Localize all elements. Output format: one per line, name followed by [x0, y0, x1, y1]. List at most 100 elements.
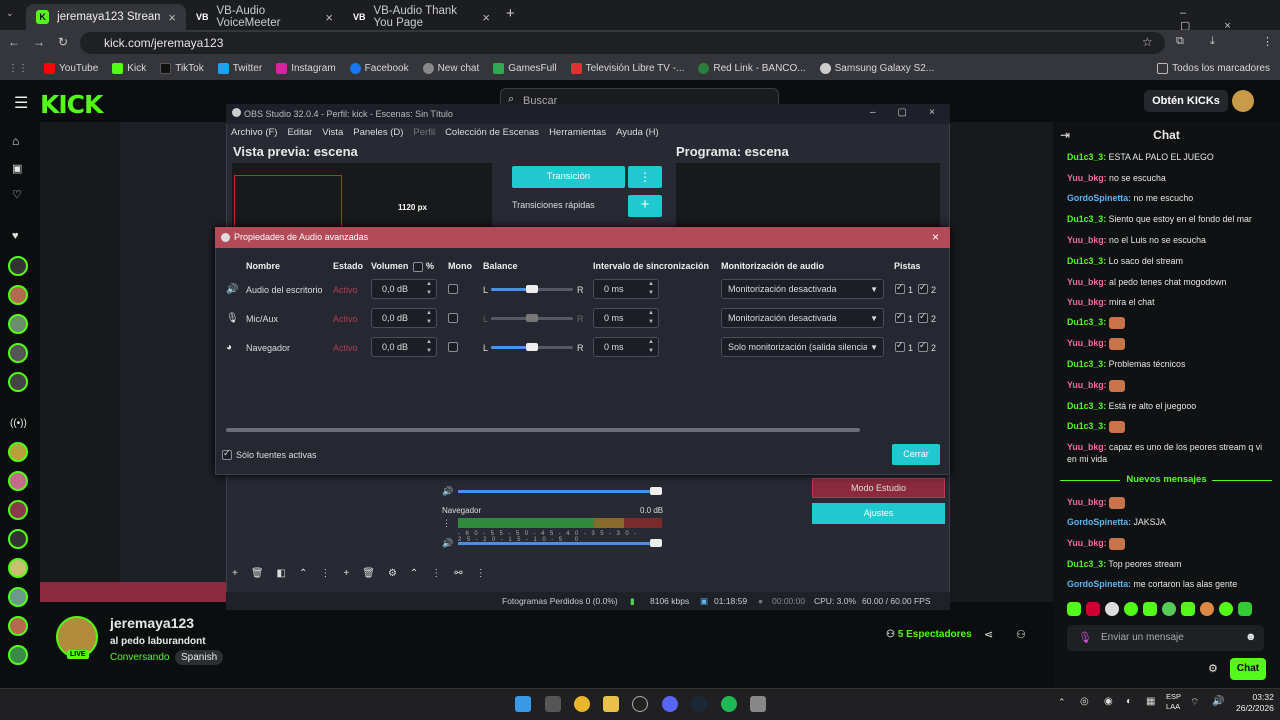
voicemeeter-icon[interactable]: [750, 696, 766, 712]
sync-offset-spinbox[interactable]: 0 ms ▲ ▼: [593, 279, 659, 299]
user-avatar[interactable]: [1232, 90, 1254, 112]
add-icon[interactable]: +: [343, 568, 349, 584]
track2-checkbox[interactable]: [918, 340, 928, 352]
track1-checkbox[interactable]: [895, 311, 905, 323]
network-icon[interactable]: ⌔: [1190, 696, 1199, 709]
window-controls[interactable]: –▢×: [1180, 7, 1280, 32]
chat-username[interactable]: Du1c3_3:: [1067, 421, 1106, 431]
tab-thankyou[interactable]: VB VB-Audio Thank You Page ×: [343, 4, 500, 30]
filter-icon[interactable]: ◧: [277, 568, 286, 584]
steam-icon[interactable]: [691, 696, 707, 712]
chat-send-button[interactable]: Chat: [1230, 658, 1266, 680]
channel-avatar[interactable]: [8, 500, 28, 520]
channel-avatar[interactable]: [8, 529, 28, 549]
bookmark-facebook[interactable]: Facebook: [349, 62, 409, 74]
chat-username[interactable]: Du1c3_3:: [1067, 359, 1106, 369]
sync-offset-spinbox[interactable]: 0 ms ▲ ▼: [593, 308, 659, 328]
volume-icon[interactable]: 🔊: [1212, 696, 1224, 707]
transition-more-icon[interactable]: ⋮: [628, 166, 662, 188]
menu-perfil[interactable]: Perfil: [413, 124, 435, 142]
tray-app-icon[interactable]: ◎: [1080, 696, 1089, 707]
emoji-icon[interactable]: ☻: [1245, 631, 1257, 643]
mono-checkbox[interactable]: [448, 313, 458, 323]
gear-icon[interactable]: ⚙: [1208, 662, 1218, 675]
mixer-menu-icon[interactable]: ⋮: [442, 518, 451, 529]
chrome-icon[interactable]: [574, 696, 590, 712]
chat-username[interactable]: Du1c3_3:: [1067, 317, 1106, 327]
heart-icon[interactable]: ♡: [12, 188, 22, 201]
bookmark-redlink[interactable]: Red Link - BANCO...: [698, 62, 806, 74]
apps-icon[interactable]: ⋮⋮: [8, 63, 28, 74]
track2-checkbox[interactable]: [918, 311, 928, 323]
link-icon[interactable]: ⚯: [454, 568, 462, 584]
mono-checkbox[interactable]: [448, 342, 458, 352]
chat-username[interactable]: GordoSpinetta:: [1067, 193, 1131, 203]
close-icon[interactable]: ×: [482, 10, 490, 25]
streamer-name[interactable]: jeremaya123: [110, 615, 194, 631]
sync-offset-spinbox[interactable]: 0 ms ▲ ▼: [593, 337, 659, 357]
chat-username[interactable]: Du1c3_3:: [1067, 401, 1106, 411]
gear-icon[interactable]: ⚙: [388, 568, 397, 584]
more-icon[interactable]: ⋮: [431, 568, 441, 584]
menu-archivo[interactable]: Archivo (F): [231, 124, 277, 142]
home-icon[interactable]: ⌂: [12, 134, 19, 148]
balance-slider[interactable]: [491, 285, 573, 293]
channel-avatar[interactable]: [8, 616, 28, 636]
bookmark-samsung[interactable]: Samsung Galaxy S2...: [819, 62, 934, 74]
chat-username[interactable]: Du1c3_3:: [1067, 559, 1106, 569]
tray-app-icon[interactable]: ◉: [1104, 696, 1113, 707]
preview-canvas[interactable]: 1120 px: [232, 163, 492, 229]
discord-icon[interactable]: [662, 696, 678, 712]
chat-username[interactable]: Yuu_bkg:: [1067, 338, 1107, 348]
close-button[interactable]: Cerrar: [892, 444, 940, 465]
chat-username[interactable]: GordoSpinetta:: [1067, 517, 1131, 527]
channel-avatar[interactable]: [8, 587, 28, 607]
menu-editar[interactable]: Editar: [287, 124, 312, 142]
download-icon[interactable]: ⤓: [1210, 35, 1215, 48]
chat-username[interactable]: Yuu_bkg:: [1067, 173, 1107, 183]
channel-avatar[interactable]: [8, 442, 28, 462]
volume-spinbox[interactable]: 0,0 dB ▲ ▼: [371, 279, 437, 299]
bookmark-youtube[interactable]: YouTube: [44, 62, 98, 74]
obs-window-controls[interactable]: –▢×: [870, 107, 957, 118]
star-icon[interactable]: ☆: [1142, 35, 1153, 49]
add-icon[interactable]: +: [232, 568, 238, 584]
percent-checkbox[interactable]: [413, 262, 423, 272]
studio-mode-button[interactable]: Modo Estudio: [812, 478, 945, 498]
monitoring-select[interactable]: Monitorización desactivada ▼: [721, 308, 884, 328]
channel-avatar[interactable]: [8, 285, 28, 305]
balance-slider[interactable]: [491, 343, 573, 351]
chat-username[interactable]: Yuu_bkg:: [1067, 538, 1107, 548]
up-icon[interactable]: ⌃: [410, 568, 418, 584]
volume-spinbox[interactable]: 0,0 dB ▲ ▼: [371, 337, 437, 357]
chat-username[interactable]: Yuu_bkg:: [1067, 235, 1107, 245]
close-icon[interactable]: ×: [168, 10, 176, 25]
more-icon[interactable]: ⋮: [476, 568, 486, 584]
reload-icon[interactable]: ↻: [58, 35, 68, 49]
bookmark-gamesfull[interactable]: GamesFull: [493, 62, 557, 74]
microphone-icon[interactable]: 🎙: [1078, 631, 1092, 644]
windows-start-icon[interactable]: [515, 696, 531, 712]
file-explorer-icon[interactable]: [603, 696, 619, 712]
address-bar[interactable]: kick.com/jeremaya123: [80, 32, 1165, 54]
spotify-icon[interactable]: [721, 696, 737, 712]
transition-button[interactable]: Transición: [512, 166, 625, 188]
horizontal-scrollbar[interactable]: [226, 428, 860, 432]
volume-icon[interactable]: 🔊: [442, 538, 453, 549]
new-tab-icon[interactable]: +: [506, 5, 515, 22]
extensions-icon[interactable]: ⧉: [1176, 35, 1184, 48]
chat-input[interactable]: Enviar un mensaje: [1067, 625, 1264, 651]
menu-icon[interactable]: ⋮: [1262, 35, 1273, 48]
obs-icon[interactable]: [632, 696, 648, 712]
emote-bar[interactable]: [1067, 602, 1273, 618]
add-transition-button[interactable]: +: [628, 195, 662, 217]
chat-username[interactable]: Yuu_bkg:: [1067, 277, 1107, 287]
channel-avatar[interactable]: [8, 343, 28, 363]
chat-username[interactable]: Yuu_bkg:: [1067, 442, 1107, 452]
bookmark-newchat[interactable]: New chat: [422, 62, 479, 74]
channel-avatar[interactable]: [8, 256, 28, 276]
channel-avatar[interactable]: [8, 372, 28, 392]
chat-username[interactable]: Yuu_bkg:: [1067, 497, 1107, 507]
mono-checkbox[interactable]: [448, 284, 458, 294]
chat-username[interactable]: Du1c3_3:: [1067, 152, 1106, 162]
